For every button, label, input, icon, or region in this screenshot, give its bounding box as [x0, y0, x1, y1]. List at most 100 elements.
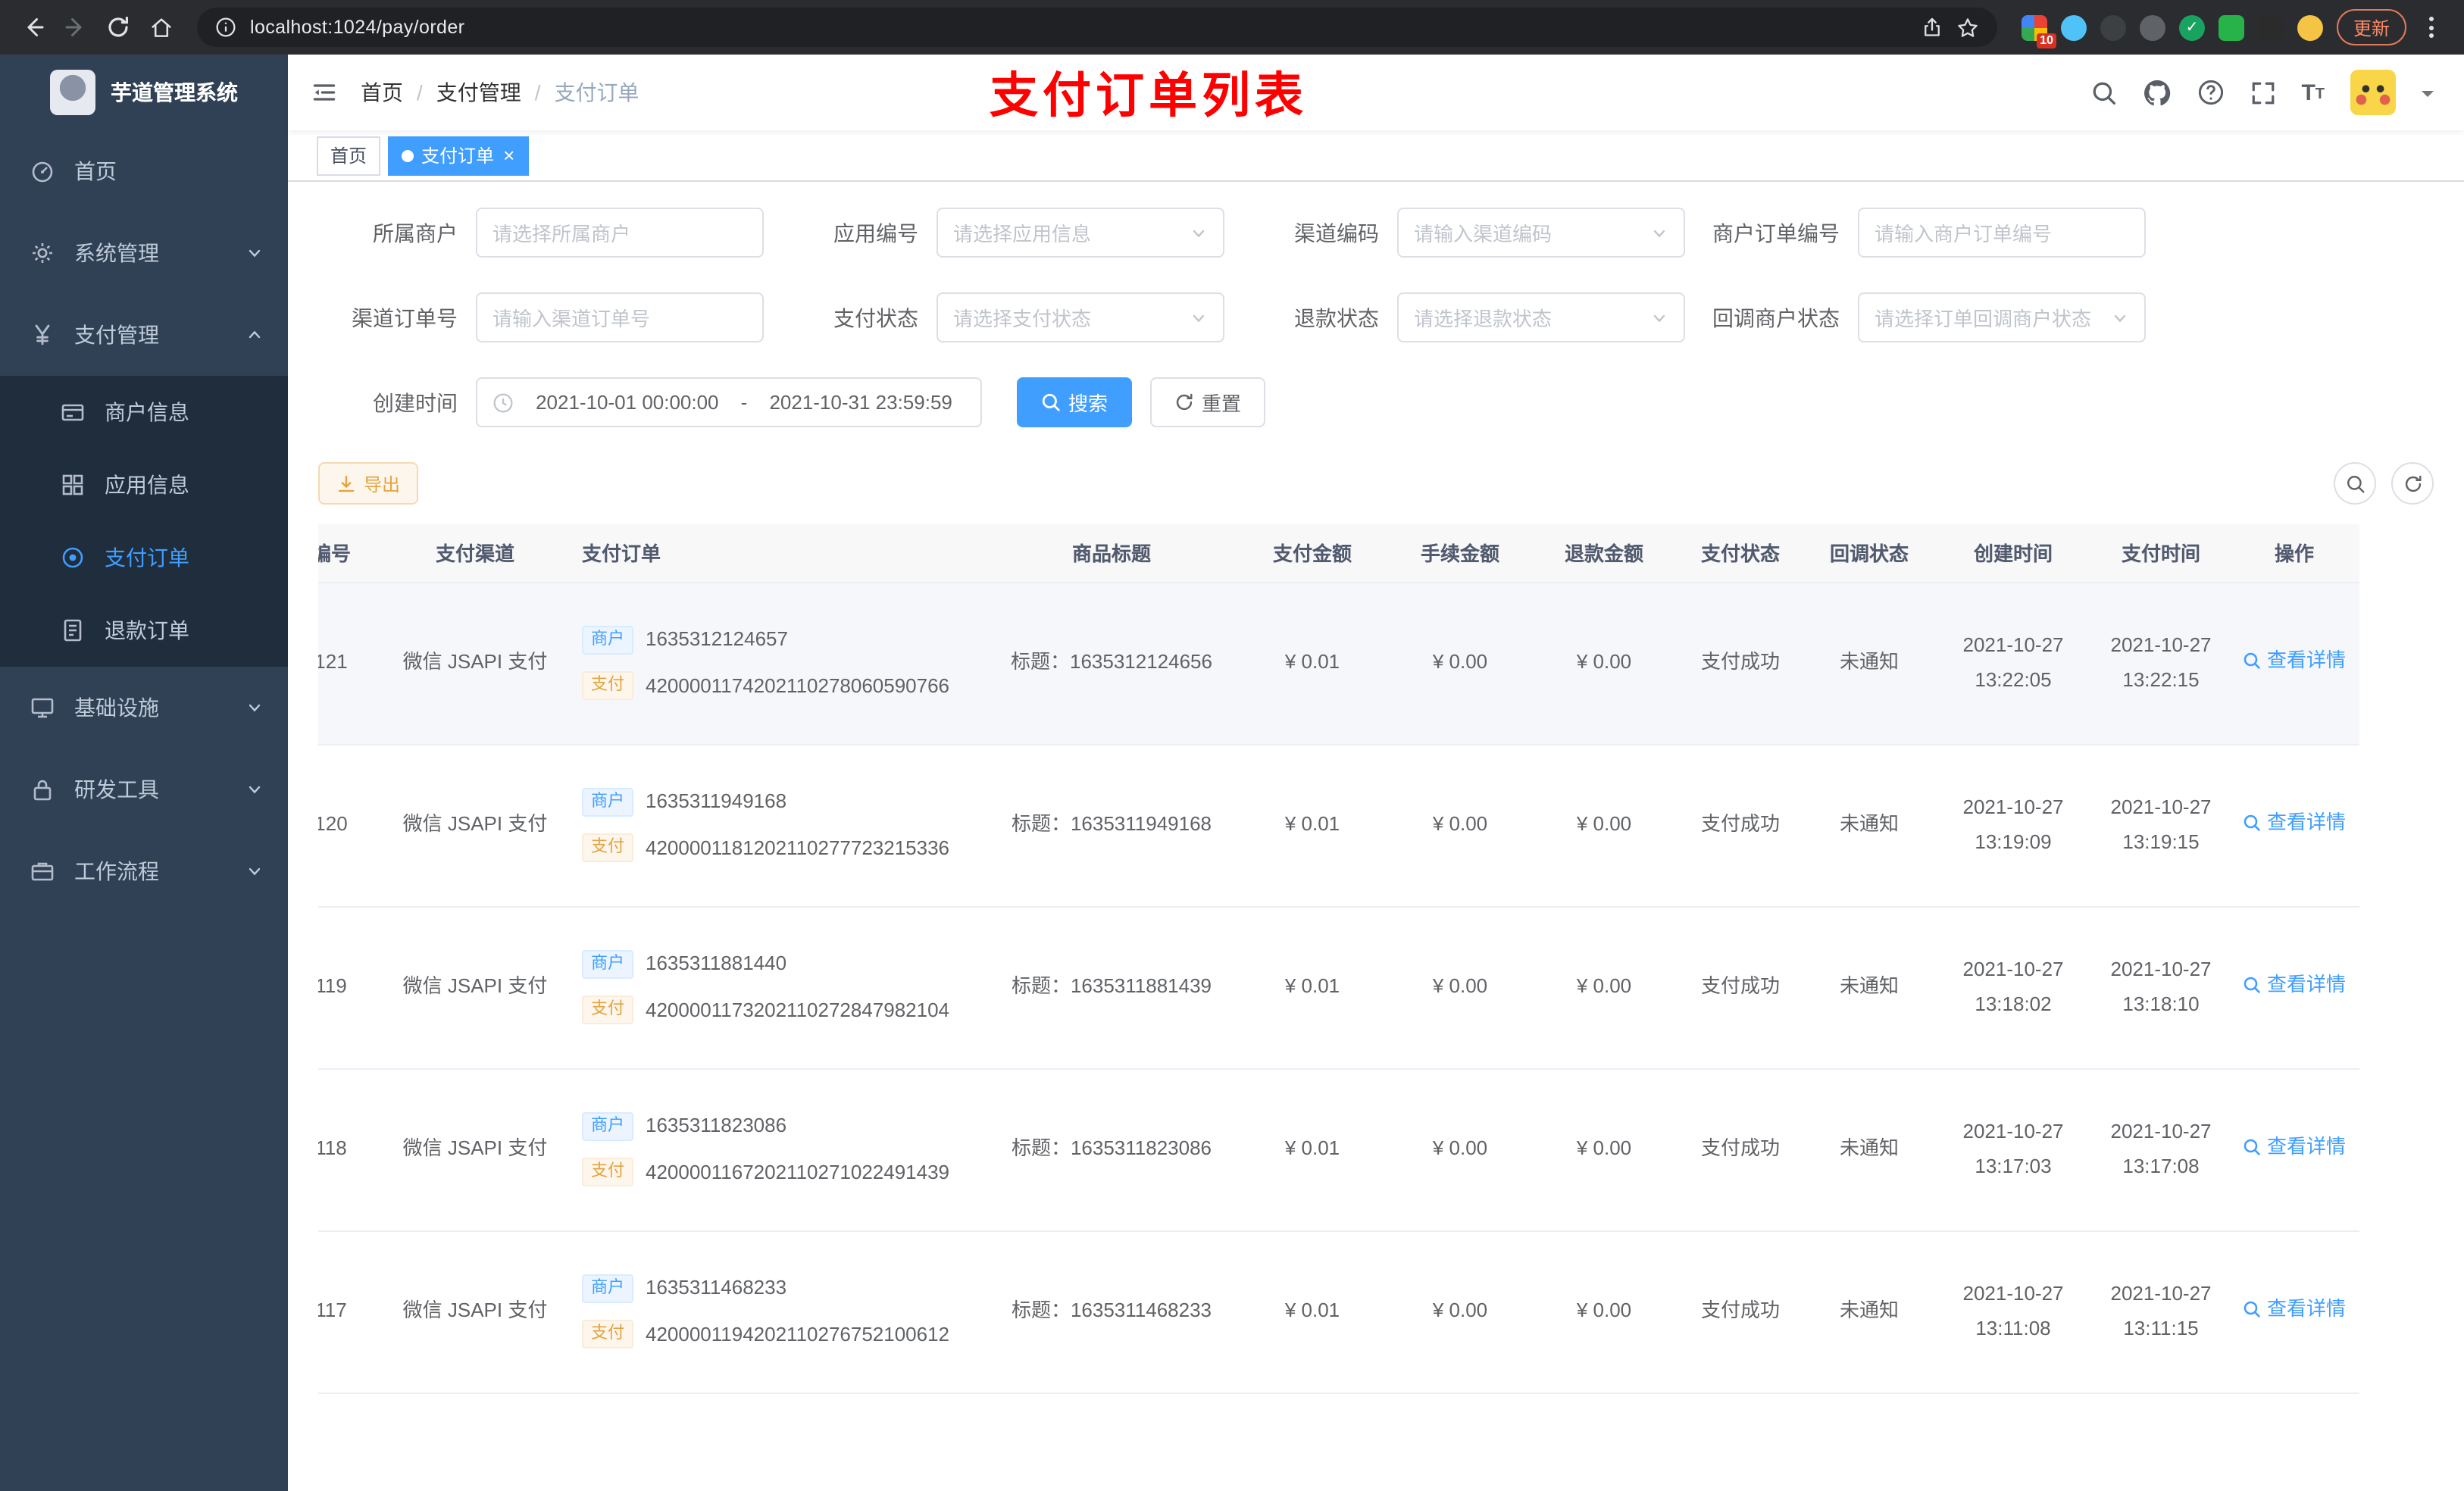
user-avatar[interactable]: [2350, 70, 2396, 115]
avatar-caret-icon[interactable]: [2422, 91, 2434, 103]
view-detail-label: 查看详情: [2266, 649, 2346, 672]
tab-pay-order[interactable]: 支付订单 ×: [388, 136, 529, 175]
view-detail-link[interactable]: 查看详情: [2243, 1131, 2346, 1164]
view-detail-link[interactable]: 查看详情: [2243, 807, 2346, 840]
channel-code-select[interactable]: 请输入渠道编码: [1397, 208, 1685, 258]
browser-back-icon[interactable]: [12, 6, 55, 48]
reset-button-label: 重置: [1202, 392, 1242, 415]
extension-gray-circle-icon[interactable]: [2139, 14, 2165, 40]
breadcrumb-separator: /: [417, 80, 423, 105]
search-button[interactable]: 搜索: [1017, 377, 1133, 427]
table-row[interactable]: 120 微信 JSAPI 支付 商户 1635311949168 支: [318, 744, 2359, 907]
help-icon[interactable]: [2197, 79, 2224, 106]
toggle-search-button[interactable]: [2334, 462, 2376, 505]
site-info-icon[interactable]: [215, 17, 236, 38]
sidebar-item-home[interactable]: 首页: [0, 130, 288, 212]
cell-create-time: 2021-10-27 13:19:09: [1934, 744, 2093, 907]
extension-profile-icon[interactable]: [2297, 14, 2323, 40]
active-tab-dot: [402, 149, 414, 161]
share-icon[interactable]: [1921, 17, 1943, 38]
cell-notify-status: 未通知: [1805, 582, 1934, 745]
table-row[interactable]: 119 微信 JSAPI 支付 商户 1635311881440 支付 4200…: [318, 906, 2359, 1069]
merchant-input[interactable]: 请选择所属商户: [476, 208, 764, 258]
hamburger-icon[interactable]: [311, 79, 338, 106]
navbar-actions: TT: [2090, 70, 2434, 115]
tab-label: 首页: [330, 145, 367, 167]
cell-pay-time: 2021-10-27 13:22:15: [2093, 582, 2229, 745]
browser-home-icon[interactable]: [139, 6, 182, 48]
filter-merchant: 所属商户 请选择所属商户: [318, 208, 764, 258]
filter-channel-code: 渠道编码 请输入渠道编码: [1240, 208, 1685, 258]
cell-notify-status: 未通知: [1805, 744, 1934, 907]
channel-order-no-input[interactable]: 请输入渠道订单号: [476, 292, 764, 342]
app-root: localhost:1024/pay/order 10 更新: [0, 0, 2464, 1491]
browser-update-button[interactable]: 更新: [2336, 9, 2406, 45]
cell-id: [318, 1393, 396, 1449]
extension-chat-icon[interactable]: [2218, 14, 2244, 40]
extension-puzzle-icon[interactable]: 10: [2021, 14, 2056, 48]
app-id-select[interactable]: 请选择应用信息: [937, 208, 1224, 258]
table-row[interactable]: 121 微信 JSAPI 支付 商户 1635312124657 支: [318, 582, 2359, 745]
table-row[interactable]: 117 微信 JSAPI 支付 商户 1635311468233 支付 4200…: [318, 1230, 2359, 1393]
grid-icon: [61, 473, 85, 497]
extension-drop-icon[interactable]: [2060, 14, 2087, 40]
extension-pin-icon[interactable]: [2257, 14, 2284, 40]
sidebar-item-system[interactable]: 系统管理: [0, 212, 288, 294]
reset-button[interactable]: 重置: [1150, 377, 1266, 427]
sidebar-item-merchant-info[interactable]: 商户信息: [0, 376, 288, 449]
extension-check-icon[interactable]: [2178, 14, 2205, 40]
col-pay-time: 支付时间: [2093, 524, 2229, 583]
sidebar-item-dev-tools[interactable]: 研发工具: [0, 749, 288, 830]
font-size-icon[interactable]: TT: [2301, 81, 2325, 104]
orders-table-body: 121 微信 JSAPI 支付 商户 1635312124657 支: [318, 582, 2359, 1449]
merchant-order-line: 商户 1635311823086: [582, 1110, 987, 1143]
address-bar[interactable]: localhost:1024/pay/order: [197, 8, 1997, 47]
filter-label: 回调商户状态: [1712, 305, 1840, 330]
sidebar-item-app-info[interactable]: 应用信息: [0, 449, 288, 521]
table-row[interactable]: 118 微信 JSAPI 支付 商户 1635311823086 支付 4200…: [318, 1068, 2359, 1231]
cell-pay-order: 商户 1635312124657 支付 42000011742021102780…: [555, 582, 987, 745]
callback-status-select[interactable]: 请选择订单回调商户状态: [1858, 292, 2146, 342]
app-logo[interactable]: 芋道管理系统: [0, 55, 288, 130]
bookmark-star-icon[interactable]: [1956, 16, 1979, 39]
cell-refund: ¥ 0.00: [1532, 744, 1676, 907]
refresh-table-button[interactable]: [2391, 462, 2434, 505]
view-detail-link[interactable]: 查看详情: [2243, 969, 2346, 1002]
pay-status-select[interactable]: 请选择支付状态: [937, 292, 1224, 342]
tab-close-icon[interactable]: ×: [503, 145, 514, 165]
browser-menu-icon[interactable]: [2420, 14, 2443, 41]
date-range-input[interactable]: 2021-10-01 00:00:00 - 2021-10-31 23:59:5…: [476, 377, 982, 427]
refund-status-select[interactable]: 请选择退款状态: [1397, 292, 1685, 342]
sidebar-item-refund-order[interactable]: 退款订单: [0, 594, 288, 667]
view-detail-link[interactable]: 查看详情: [2243, 645, 2346, 678]
tab-home[interactable]: 首页: [317, 136, 381, 175]
cell-fee: [1388, 1393, 1532, 1449]
merchant-order-no-input[interactable]: 请输入商户订单编号: [1858, 208, 2146, 258]
header-search-icon[interactable]: [2090, 80, 2116, 105]
view-detail-link[interactable]: 查看详情: [2243, 1293, 2346, 1327]
cell-pay-time: 2021-10-27 13:11:15: [2093, 1230, 2229, 1393]
github-icon[interactable]: [2142, 78, 2171, 107]
breadcrumb-home[interactable]: 首页: [361, 77, 403, 108]
cell-actions: 查看详情: [2229, 1068, 2359, 1231]
breadcrumb-pay-management[interactable]: 支付管理: [436, 77, 521, 108]
browser-refresh-icon[interactable]: [97, 6, 139, 48]
extension-dark-circle-icon[interactable]: [2100, 14, 2126, 40]
export-button[interactable]: 导出: [318, 462, 419, 505]
browser-forward-icon[interactable]: [55, 6, 97, 48]
sidebar-item-workflow[interactable]: 工作流程: [0, 830, 288, 912]
sidebar-item-pay-order[interactable]: 支付订单: [0, 521, 288, 594]
url-text[interactable]: localhost:1024/pay/order: [250, 17, 1908, 38]
breadcrumb: 首页 / 支付管理 / 支付订单: [361, 77, 639, 108]
cell-notify-status: 未通知: [1805, 906, 1934, 1069]
filter-label: 应用编号: [833, 220, 918, 245]
table-row[interactable]: 商户 1635311415736 支付: [318, 1393, 2359, 1449]
cell-pay-time: 2021-10-27 13:19:15: [2093, 744, 2229, 907]
filter-channel-order-no: 渠道订单号 请输入渠道订单号: [318, 292, 764, 342]
date-start-value[interactable]: 2021-10-01 00:00:00: [523, 391, 732, 414]
date-end-value[interactable]: 2021-10-31 23:59:59: [756, 391, 965, 414]
sidebar-item-pay[interactable]: 支付管理: [0, 294, 288, 376]
sidebar-item-infrastructure[interactable]: 基础设施: [0, 667, 288, 749]
pay-order-no: 4200001167202110271022491439: [646, 1160, 950, 1183]
fullscreen-icon[interactable]: [2250, 80, 2275, 105]
